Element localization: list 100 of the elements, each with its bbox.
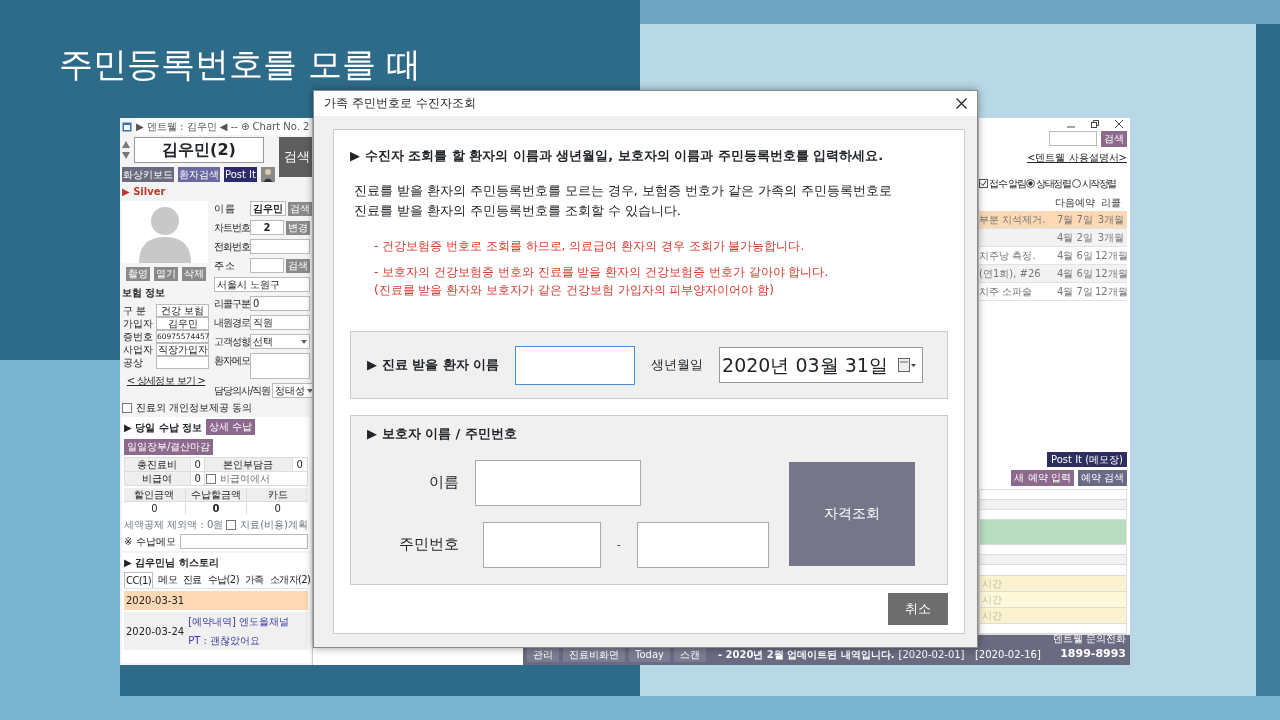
field-button[interactable]: 변경 [286,220,310,235]
restore-icon [1091,120,1099,128]
toolbar-button[interactable]: 환자검색 [178,167,220,182]
photo-button[interactable]: 촬영 [126,267,150,281]
detail-link[interactable]: < 상세정보 보기 > [122,373,210,388]
search-field[interactable] [1049,131,1097,146]
photo-button[interactable]: 삭제 [182,267,206,281]
window-title: ▶ 덴트웰 : 김우민 ◀ -- ⊕ Chart No. 2 [136,118,310,135]
checkbox[interactable] [226,519,237,530]
field-label: 사업자 [123,343,153,355]
field-label: 주 소 [214,259,236,273]
table-cell: 0 [190,471,205,486]
insurance-title: 보험 정보 [122,286,167,300]
checkbox-label: 치료(비용)계획 [240,518,308,532]
field-button[interactable]: 검색 [286,258,310,273]
patient-name: 김우민(2) [134,137,264,163]
instruction-heading: ▶ 수진자 조회를 할 환자의 이름과 생년월일, 보호자의 이름과 주민등록번호를 입력하세요. [350,146,885,165]
table-cell-text: 4월 2일 [1056,231,1094,245]
name-field[interactable] [475,459,641,506]
field-value: 직원 [250,315,310,330]
checkbox[interactable] [122,402,132,413]
dropdown[interactable]: 정태성 [272,383,312,398]
table-cell: 0 [247,502,308,515]
text-field[interactable] [250,239,310,254]
manual-link[interactable]: <덴트웰 사용설명서> [1027,152,1127,163]
column-header: 리콜 [1100,196,1122,210]
slide-title: 주민등록번호를 모를 때 [58,43,422,86]
action-button[interactable]: 예약 검색 [1077,469,1127,486]
option-label: 시작정렬 [1081,177,1116,191]
section-title: ▶ 김우민님 히스토리 [124,556,220,570]
table-cell-text: 부분 치석제거. [979,213,1047,227]
field-label: 구 분 [123,304,147,316]
id-back-field[interactable] [636,521,769,568]
field-label: 가입자 [123,317,153,329]
text-field[interactable]: 김우민 [250,201,286,216]
table-cell-text: 치주낭 측정. [979,249,1037,263]
text-field[interactable] [250,258,284,273]
radio-button[interactable] [1026,179,1036,188]
entry-date: 2020-03-31 [126,594,185,608]
memo-button[interactable]: Post It (메모장) [1047,451,1127,467]
column-header: 수납할금액 [185,488,247,501]
checkbox[interactable] [206,473,217,484]
field-label: 고객성향 [214,335,248,349]
toolbar-button[interactable]: Post It [224,167,257,182]
field-value: 건강 보험 [156,304,209,317]
tab[interactable]: 메모 [157,572,178,588]
caret-icon [301,339,307,344]
section-button[interactable]: 상세 수납 [206,419,256,435]
text-field[interactable]: 서울시 노원구 [214,277,310,292]
option-label: 상태정렬 [1036,177,1071,191]
name-field[interactable] [515,345,636,385]
up-down-arrows-icon [122,141,130,159]
table-cell-text: 4월 6일 [1056,249,1094,263]
toolbar-button[interactable]: 화상키보드 [122,167,174,182]
action-button[interactable]: 새 예약 입력 [1011,469,1074,486]
search-button[interactable]: 검색 [1101,131,1127,147]
person-icon [261,167,275,182]
cancel-button[interactable]: 취소 [888,593,948,625]
memo-field[interactable] [250,353,310,379]
section-button[interactable]: 일일장부/결산마감 [124,439,214,455]
notice-date: [2020-02-16] [974,648,1041,662]
radio-button[interactable] [1071,179,1081,188]
calendar-icon [897,358,916,372]
column-header: 할인금액 [124,488,185,501]
field-label: 이 름 [214,202,236,216]
table-cell-text: 치주 소파술 [979,285,1034,299]
entry-text: [예약내역] 엔도올채널 [188,615,290,629]
tab[interactable]: 가족 [243,572,265,588]
contact-phone: 1899-8993 [1060,645,1126,662]
column-header: 카드 [247,488,308,501]
memo-field[interactable] [179,534,308,549]
bar-button[interactable]: 스캔 [673,648,706,662]
table-cell-text: 4월 7일 [1056,285,1094,299]
field-label: ※ 수납메모 [124,535,176,549]
tab[interactable]: 진료 [181,572,203,588]
photo-button[interactable]: 열기 [154,267,178,281]
checkbox[interactable] [979,179,988,188]
table-cell-text: 12개월 [1095,249,1127,263]
table-cell: 0 [124,502,185,515]
tab[interactable]: CC(1) [124,572,154,588]
contact-label: 덴트웰 문의전화 [1052,631,1126,646]
dialog-title: 가족 주민번호로 수진자조회 [324,95,476,113]
dropdown[interactable]: 선택 [250,334,310,349]
text-field[interactable]: 2 [250,220,284,235]
warning-note: - 보호자의 건강보험증 번호와 진료를 받을 환자의 건강보험증 번호가 같아야 합니다. (진료를 받을 환자와 보호자가 같은 건강보험 가입자의 피부양자이어야 함) [374,264,830,299]
bar-button[interactable]: 관리 [527,648,559,662]
search-button[interactable]: 검색 [279,137,312,177]
close-icon[interactable] [956,97,967,109]
bar-button[interactable]: 진료비화면 [563,648,625,662]
grade-label: ▶ Silver [122,185,167,199]
verify-button[interactable]: 자격조회 [789,461,915,566]
table-cell: 0 [185,502,247,515]
field-value: 0 [250,296,310,311]
checkbox-label: 비급여에서 [220,472,271,485]
date-picker[interactable]: 2020년 03월 31일 [719,347,923,383]
tab[interactable]: 소개자(2) [268,572,312,588]
id-front-field[interactable] [483,521,601,568]
tab[interactable]: 수납(2) [206,572,240,588]
field-button[interactable]: 검색 [288,201,312,216]
bar-button[interactable]: Today [629,648,670,662]
